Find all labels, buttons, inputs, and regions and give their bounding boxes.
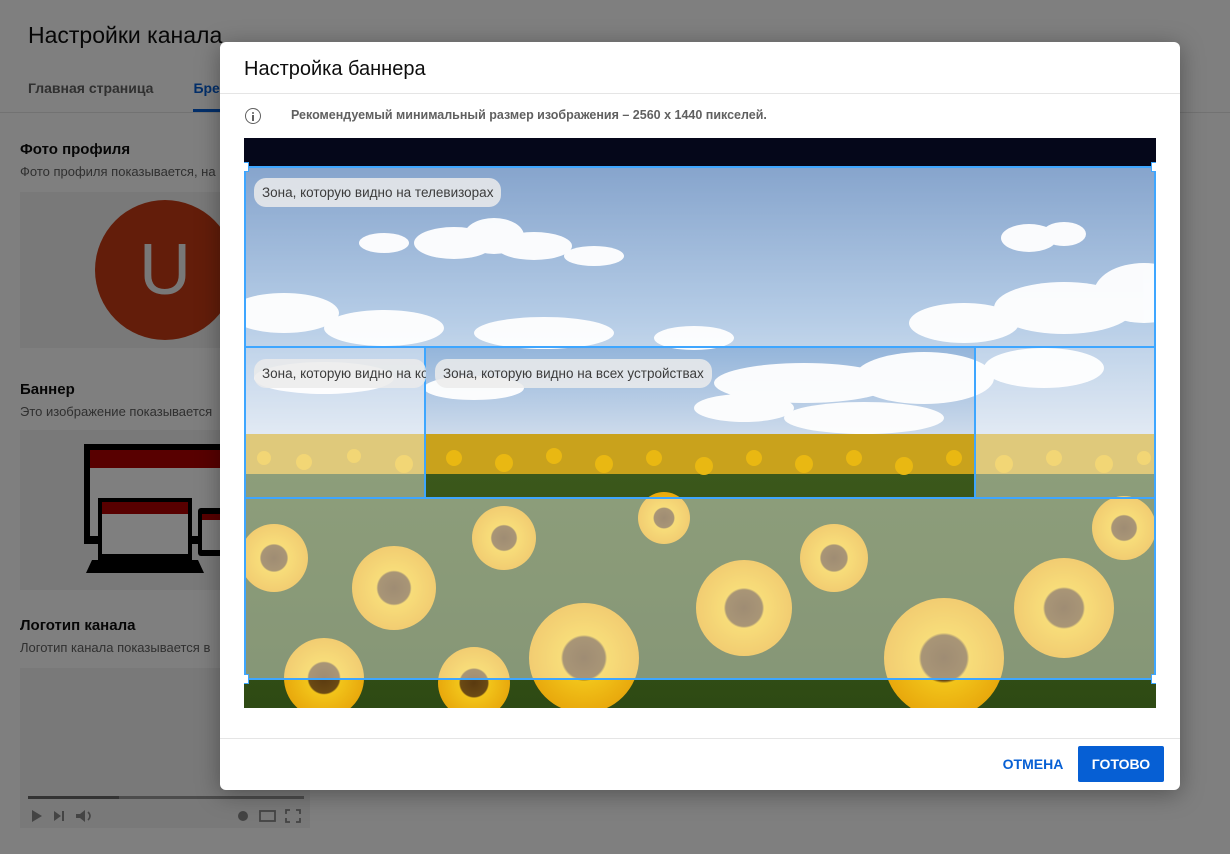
dialog-footer-divider <box>220 738 1180 739</box>
crop-handle-top-right[interactable] <box>1151 162 1156 172</box>
dialog-header-divider <box>220 93 1180 94</box>
crop-border-left <box>244 166 246 680</box>
desktop-zone-bottom <box>244 497 1156 499</box>
crop-border-bottom <box>244 678 1156 680</box>
crop-border-right <box>1154 166 1156 680</box>
tv-zone-label: Зона, которую видно на телевизорах <box>254 178 502 207</box>
banner-settings-dialog: Настройка баннера Рекомендуемый минималь… <box>220 42 1180 790</box>
all-devices-zone-label: Зона, которую видно на всех устройствах <box>435 359 712 388</box>
banner-image <box>244 138 1156 708</box>
crop-handle-top-left[interactable] <box>244 162 249 172</box>
cancel-button[interactable]: ОТМЕНА <box>990 746 1076 782</box>
desktop-zone-top <box>244 346 1156 348</box>
info-text: Рекомендуемый минимальный размер изображ… <box>291 108 767 122</box>
crop-handle-bottom-left[interactable] <box>244 674 249 684</box>
dialog-title: Настройка баннера <box>244 58 426 80</box>
done-button[interactable]: ГОТОВО <box>1078 746 1164 782</box>
info-icon <box>245 108 261 124</box>
banner-crop-canvas[interactable]: Зона, которую видно на телевизорах Зона,… <box>244 138 1156 708</box>
desktop-zone-label: Зона, которую видно на компьютерах <box>254 359 426 388</box>
all-devices-zone-right <box>974 346 976 499</box>
crop-border-top <box>244 166 1156 168</box>
crop-handle-bottom-right[interactable] <box>1151 674 1156 684</box>
